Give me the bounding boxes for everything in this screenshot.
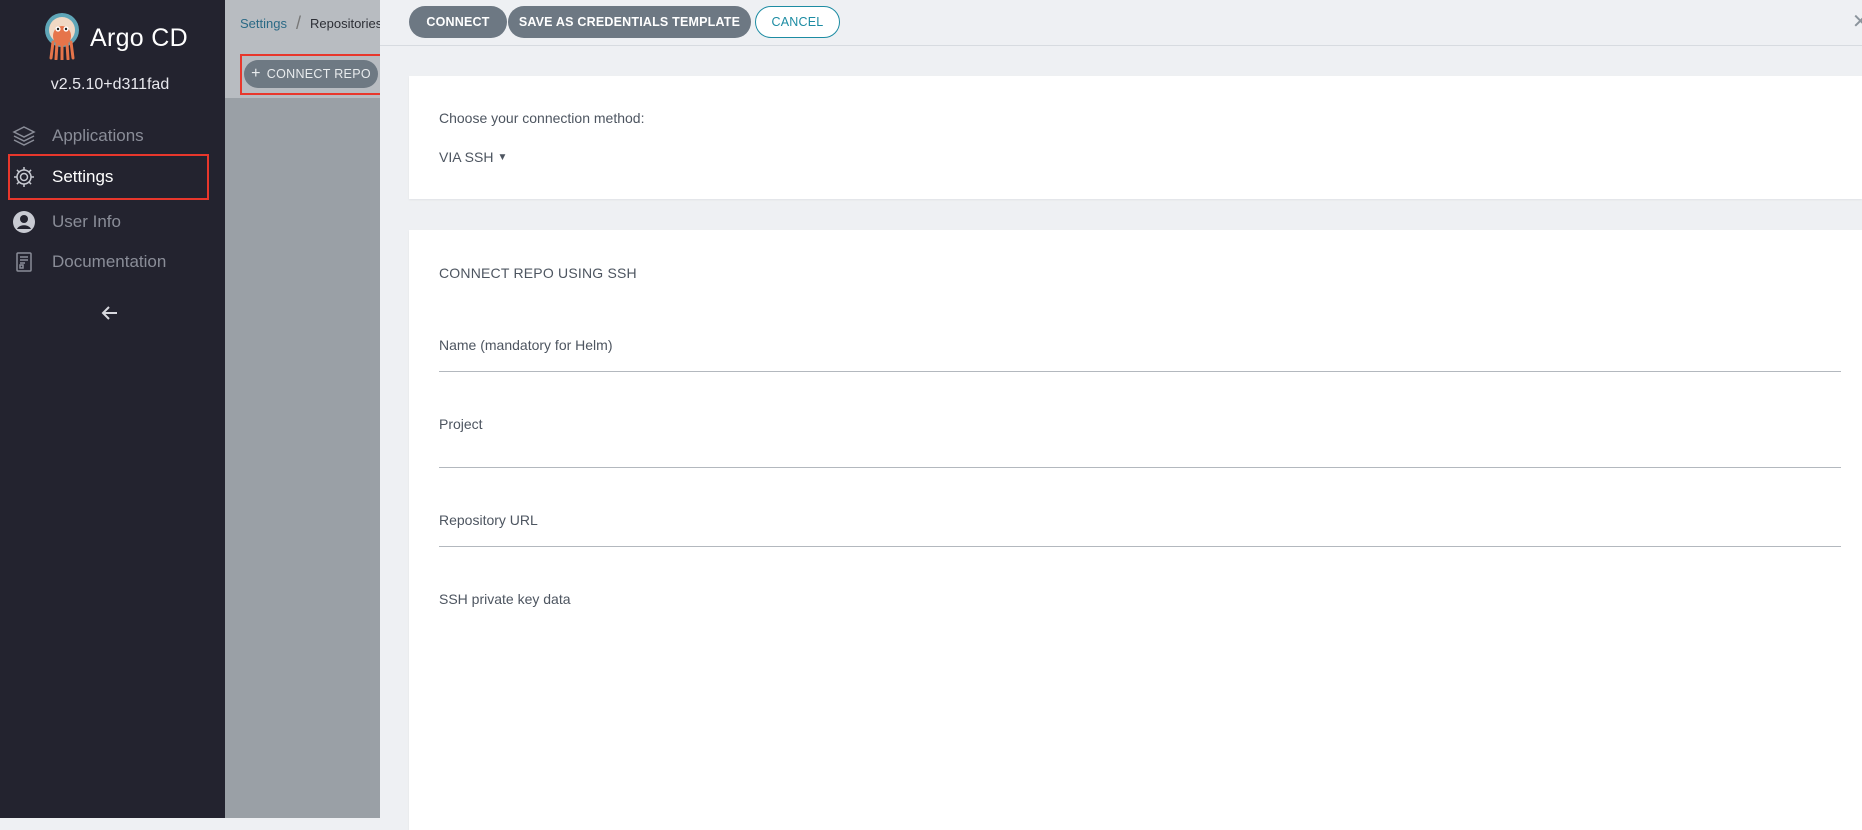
gear-icon xyxy=(10,163,38,191)
cancel-button[interactable]: CANCEL xyxy=(755,6,840,38)
connection-method-dropdown[interactable]: VIA SSH ▼ xyxy=(439,149,507,165)
connection-method-card: Choose your connection method: VIA SSH ▼ xyxy=(409,76,1862,199)
connect-repo-panel: CONNECT SAVE AS CREDENTIALS TEMPLATE CAN… xyxy=(380,0,1862,830)
sidebar-item-label: Settings xyxy=(52,167,114,186)
connection-method-label: Choose your connection method: xyxy=(439,110,645,126)
connection-method-value: VIA SSH xyxy=(439,149,494,165)
sidebar: Argo CD v2.5.10+d311fad Applications Set… xyxy=(0,0,225,818)
name-field[interactable]: Name (mandatory for Helm) xyxy=(439,337,1845,373)
ssh-private-key-label: SSH private key data xyxy=(439,591,571,607)
save-as-credentials-template-button[interactable]: SAVE AS CREDENTIALS TEMPLATE xyxy=(508,6,751,38)
caret-down-icon: ▼ xyxy=(497,151,508,163)
plus-icon: + xyxy=(251,65,261,82)
sidebar-item-label: Applications xyxy=(52,126,144,145)
version-label: v2.5.10+d311fad xyxy=(50,76,170,93)
name-input[interactable] xyxy=(439,347,1845,373)
sidebar-item-user-info[interactable]: User Info xyxy=(10,202,206,242)
breadcrumb-separator: / xyxy=(295,13,301,33)
brand-title: Argo CD xyxy=(90,24,188,52)
connect-repo-button[interactable]: + CONNECT REPO xyxy=(244,60,378,88)
connect-button[interactable]: CONNECT xyxy=(409,6,507,38)
layers-icon xyxy=(10,122,38,150)
project-field-label: Project xyxy=(439,416,483,432)
repository-url-input[interactable] xyxy=(439,522,1845,548)
connect-repo-form-card: CONNECT REPO USING SSH Name (mandatory f… xyxy=(409,230,1862,830)
breadcrumb: Settings / Repositories xyxy=(240,13,382,34)
project-input[interactable] xyxy=(439,442,1845,468)
argo-logo-icon xyxy=(40,12,84,65)
arrow-left-icon[interactable] xyxy=(98,301,122,325)
close-icon[interactable]: ✕ xyxy=(1852,9,1862,33)
connect-repo-label: CONNECT REPO xyxy=(266,67,371,81)
user-circle-icon xyxy=(10,208,38,236)
breadcrumb-repositories: Repositories xyxy=(310,16,383,31)
panel-toolbar: CONNECT SAVE AS CREDENTIALS TEMPLATE CAN… xyxy=(380,0,1862,46)
sidebar-item-label: User Info xyxy=(52,212,121,231)
page-overlay xyxy=(225,0,380,818)
brand[interactable]: Argo CD xyxy=(40,12,188,65)
repository-url-field[interactable]: Repository URL xyxy=(439,512,1845,548)
sidebar-item-settings[interactable]: Settings xyxy=(10,157,206,197)
breadcrumb-settings[interactable]: Settings xyxy=(240,16,287,31)
document-icon xyxy=(10,248,38,276)
sidebar-item-applications[interactable]: Applications xyxy=(10,116,206,156)
form-title: CONNECT REPO USING SSH xyxy=(439,265,637,281)
sidebar-item-documentation[interactable]: Documentation xyxy=(10,242,206,282)
sidebar-item-label: Documentation xyxy=(52,252,167,271)
project-field[interactable]: Project xyxy=(439,416,1845,468)
